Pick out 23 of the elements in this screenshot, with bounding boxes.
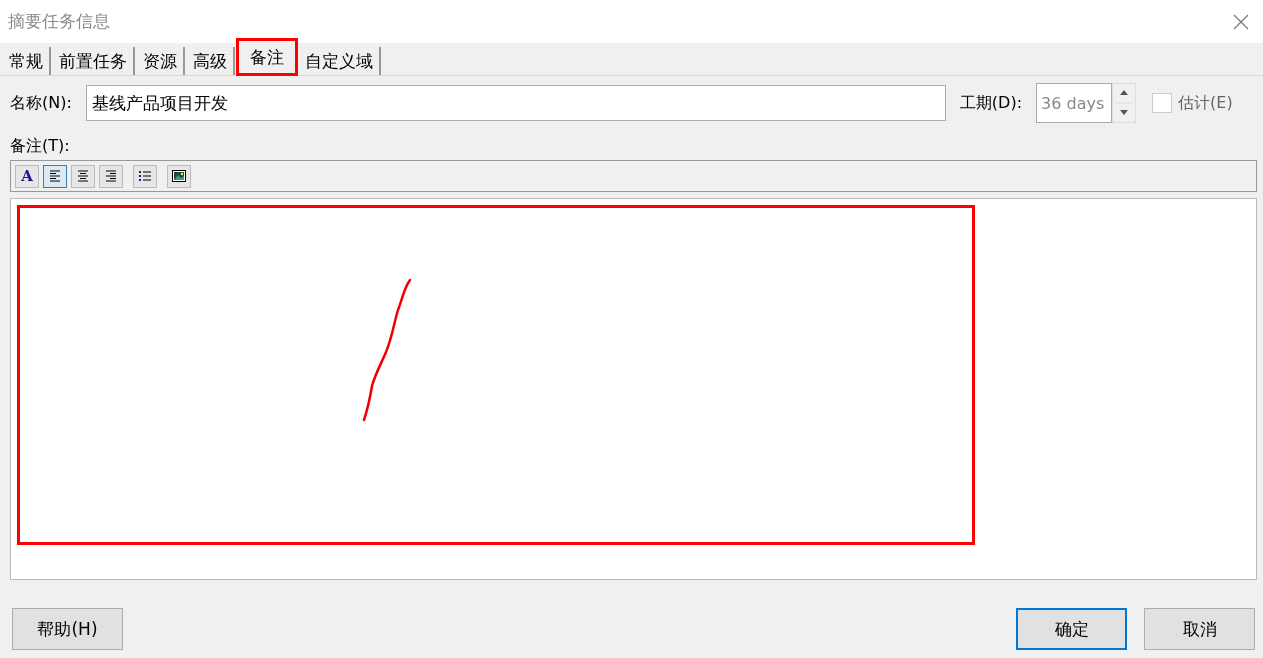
close-icon[interactable] <box>1233 13 1249 30</box>
bullets-button[interactable] <box>133 164 157 188</box>
estimated-label: 估计(E) <box>1178 92 1233 114</box>
spin-buttons[interactable] <box>1112 83 1137 123</box>
align-center-icon <box>75 168 91 184</box>
help-button[interactable]: 帮助(H) <box>12 608 123 650</box>
image-icon <box>171 168 187 184</box>
window-title: 摘要任务信息 <box>8 10 110 33</box>
name-label: 名称(N): <box>10 92 72 114</box>
align-right-icon <box>103 168 119 184</box>
duration-label: 工期(D): <box>959 92 1023 114</box>
notes-label: 备注(T): <box>10 136 71 157</box>
ok-button[interactable]: 确定 <box>1016 608 1127 650</box>
cancel-button[interactable]: 取消 <box>1144 608 1255 650</box>
align-left-icon <box>47 168 63 184</box>
align-center-button[interactable] <box>71 164 95 188</box>
font-button[interactable]: A <box>15 164 39 188</box>
bullet-list-icon <box>137 168 153 184</box>
align-right-button[interactable] <box>99 164 123 188</box>
align-left-button[interactable] <box>43 164 67 188</box>
name-field[interactable]: 基线产品项目开发 <box>85 85 946 121</box>
tab[interactable]: 备注 <box>237 39 297 75</box>
image-button[interactable] <box>167 164 191 188</box>
